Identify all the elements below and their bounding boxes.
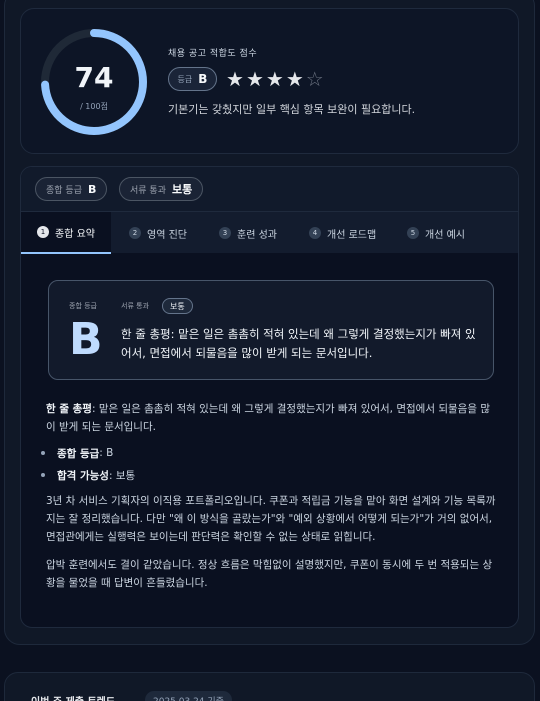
tab-training-results[interactable]: 3 훈련 성과 <box>219 212 277 254</box>
bullet-dot <box>41 451 45 455</box>
grade-badge: 등급 B <box>168 67 217 91</box>
bullet-dot <box>41 473 45 477</box>
chip-label: 종합 등급 <box>46 185 82 196</box>
star-filled-icon: ★ <box>226 67 244 91</box>
chip-label: 서류 통과 <box>130 185 166 196</box>
star-filled-icon: ★ <box>265 67 284 91</box>
summary-pass-badge: 보통 <box>162 298 193 314</box>
grade-label: 등급 <box>177 74 193 84</box>
summary-grade-label: 종합 등급 <box>69 302 97 310</box>
tab-summary[interactable]: 1 종합 요약 <box>21 212 111 254</box>
report-tabs: 1 종합 요약 2 영역 진단 3 훈련 성과 4 개선 로드맵 5 개선 예시 <box>21 211 518 254</box>
summary-grade: B <box>69 314 103 365</box>
fact-label: 합격 가능성 <box>57 469 109 482</box>
trend-date-badge: 2025.03.24 기준 <box>145 691 232 701</box>
summary-text: 한 줄 총평: 맡은 일은 촘촘히 적혀 있는데 왜 그렇게 결정했는지가 빠져… <box>121 327 476 360</box>
star-filled-icon: ★ <box>245 67 264 91</box>
fact-value: : B <box>99 447 114 459</box>
star-filled-icon: ★ <box>285 67 304 91</box>
score-max: / 100점 <box>80 102 108 111</box>
score-value: 74 <box>74 61 114 94</box>
report-header: 종합 등급 B 서류 통과 보통 <box>21 167 518 211</box>
chip-value: B <box>87 182 97 196</box>
trend-card: 이번 주 제출 트렌드 2025.03.24 기준 <box>4 672 535 701</box>
fact-label: 종합 등급 <box>57 447 100 460</box>
list-item: 종합 등급: B <box>41 442 135 464</box>
star-rating: ★ ★ ★ ★ ☆ <box>226 67 324 91</box>
fact-value: : 보통 <box>108 469 136 482</box>
tab-label: 개선 로드맵 <box>327 229 377 241</box>
tab-improvement-examples[interactable]: 5 개선 예시 <box>407 212 465 254</box>
tab-label: 영역 진단 <box>147 229 187 241</box>
summary-pass-label: 서류 통과 <box>121 302 149 310</box>
oneline-text: : 맡은 일은 촘촘히 적혀 있는데 왜 그렇게 결정했는지가 빠져 있어서, … <box>46 403 490 433</box>
list-item: 합격 가능성: 보통 <box>41 464 135 486</box>
star-empty-icon: ☆ <box>305 67 324 91</box>
score-description: 기본기는 갖췄지만 일부 핵심 항목 보완이 필요합니다. <box>168 103 416 116</box>
tab-area-diagnosis[interactable]: 2 영역 진단 <box>129 212 187 254</box>
tab-number: 2 <box>129 227 141 239</box>
tab-improvement-roadmap[interactable]: 4 개선 로드맵 <box>309 212 376 254</box>
tab-number: 5 <box>407 227 419 239</box>
oneline-label: 한 줄 총평 <box>46 403 92 415</box>
overall-grade-chip: 종합 등급 B <box>35 177 108 201</box>
key-facts-list: 종합 등급: B 합격 가능성: 보통 <box>41 442 135 486</box>
summary-card: 종합 등급 서류 통과 보통 B 한 줄 총평: 맡은 일은 촘촘히 적혀 있는… <box>48 280 494 380</box>
analysis-paragraph: 3년 차 서비스 기획자의 이직용 포트폴리오입니다. 쿠폰과 적립금 기능을 … <box>46 495 496 543</box>
tab-label: 종합 요약 <box>55 228 95 240</box>
tab-label: 훈련 성과 <box>237 229 277 241</box>
trend-title: 이번 주 제출 트렌드 <box>31 693 115 701</box>
tab-number: 1 <box>37 226 49 238</box>
score-title: 채용 공고 적합도 점수 <box>168 49 258 59</box>
chip-value: 보통 <box>171 183 193 196</box>
tab-label: 개선 예시 <box>425 229 465 241</box>
grade-value: B <box>198 72 208 86</box>
tab-number: 4 <box>309 227 321 239</box>
tab-number: 3 <box>219 227 231 239</box>
oneline-review: 한 줄 총평: 맡은 일은 촘촘히 적혀 있는데 왜 그렇게 결정했는지가 빠져… <box>46 400 496 436</box>
pass-chance-chip: 서류 통과 보통 <box>119 177 204 201</box>
report-card: 종합 등급 B 서류 통과 보통 1 종합 요약 2 영역 진단 3 훈련 성과… <box>20 166 519 628</box>
score-card: 74 / 100점 채용 공고 적합도 점수 등급 B ★ ★ ★ ★ ☆ 기본기는 갖… <box>20 8 519 154</box>
training-paragraph: 압박 훈련에서도 결이 같았습니다. 정상 흐름은 막힘없이 설명했지만, 쿠폰… <box>46 559 493 589</box>
